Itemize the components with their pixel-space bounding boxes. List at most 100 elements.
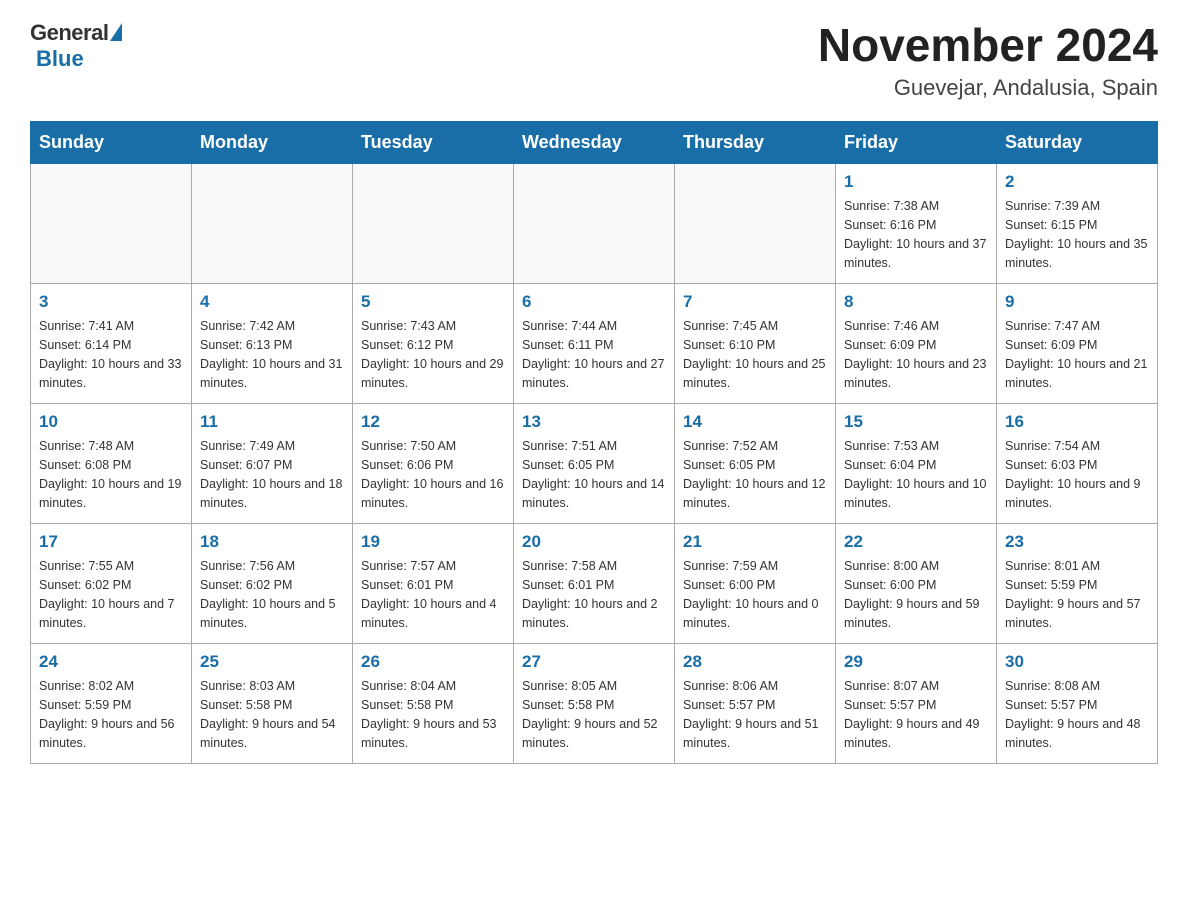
day-sun-info: Sunrise: 7:49 AMSunset: 6:07 PMDaylight:… — [200, 437, 344, 512]
day-number: 28 — [683, 650, 827, 674]
day-number: 19 — [361, 530, 505, 554]
calendar-cell: 25 Sunrise: 8:03 AMSunset: 5:58 PMDayligh… — [192, 643, 353, 763]
day-number: 13 — [522, 410, 666, 434]
day-number: 12 — [361, 410, 505, 434]
day-sun-info: Sunrise: 7:39 AMSunset: 6:15 PMDaylight:… — [1005, 197, 1149, 272]
weekday-header-sunday: Sunday — [31, 121, 192, 163]
calendar-cell: 3 Sunrise: 7:41 AMSunset: 6:14 PMDaylight… — [31, 283, 192, 403]
day-sun-info: Sunrise: 8:01 AMSunset: 5:59 PMDaylight:… — [1005, 557, 1149, 632]
day-number: 29 — [844, 650, 988, 674]
calendar-cell — [514, 163, 675, 283]
day-sun-info: Sunrise: 7:47 AMSunset: 6:09 PMDaylight:… — [1005, 317, 1149, 392]
logo-row: General — [30, 20, 122, 46]
calendar-cell: 20 Sunrise: 7:58 AMSunset: 6:01 PMDayligh… — [514, 523, 675, 643]
day-sun-info: Sunrise: 8:00 AMSunset: 6:00 PMDaylight:… — [844, 557, 988, 632]
calendar-cell: 17 Sunrise: 7:55 AMSunset: 6:02 PMDayligh… — [31, 523, 192, 643]
calendar-cell: 26Sunrise: 8:04 AMSunset: 5:58 PMDayligh… — [353, 643, 514, 763]
day-sun-info: Sunrise: 8:03 AMSunset: 5:58 PMDaylight:… — [200, 677, 344, 752]
day-number: 4 — [200, 290, 344, 314]
weekday-header-tuesday: Tuesday — [353, 121, 514, 163]
day-number: 7 — [683, 290, 827, 314]
day-number: 5 — [361, 290, 505, 314]
week-row-1: 1 Sunrise: 7:38 AMSunset: 6:16 PMDaylight… — [31, 163, 1158, 283]
calendar-cell: 11Sunrise: 7:49 AMSunset: 6:07 PMDayligh… — [192, 403, 353, 523]
day-number: 1 — [844, 170, 988, 194]
calendar-subtitle: Guevejar, Andalusia, Spain — [818, 75, 1158, 101]
calendar-cell: 4Sunrise: 7:42 AMSunset: 6:13 PMDaylight… — [192, 283, 353, 403]
day-sun-info: Sunrise: 7:54 AMSunset: 6:03 PMDaylight:… — [1005, 437, 1149, 512]
calendar-cell — [31, 163, 192, 283]
calendar-cell: 27Sunrise: 8:05 AMSunset: 5:58 PMDayligh… — [514, 643, 675, 763]
day-number: 15 — [844, 410, 988, 434]
day-number: 21 — [683, 530, 827, 554]
day-number: 3 — [39, 290, 183, 314]
week-row-4: 17 Sunrise: 7:55 AMSunset: 6:02 PMDayligh… — [31, 523, 1158, 643]
day-number: 16 — [1005, 410, 1149, 434]
day-sun-info: Sunrise: 7:58 AMSunset: 6:01 PMDaylight:… — [522, 557, 666, 632]
calendar-cell: 15 Sunrise: 7:53 AMSunset: 6:04 PMDayligh… — [836, 403, 997, 523]
day-sun-info: Sunrise: 7:43 AMSunset: 6:12 PMDaylight:… — [361, 317, 505, 392]
weekday-header-monday: Monday — [192, 121, 353, 163]
day-number: 20 — [522, 530, 666, 554]
day-number: 23 — [1005, 530, 1149, 554]
day-number: 17 — [39, 530, 183, 554]
logo-general-text: General — [30, 20, 108, 46]
calendar-cell: 13 Sunrise: 7:51 AMSunset: 6:05 PMDayligh… — [514, 403, 675, 523]
day-number: 8 — [844, 290, 988, 314]
day-sun-info: Sunrise: 7:57 AMSunset: 6:01 PMDaylight:… — [361, 557, 505, 632]
day-number: 22 — [844, 530, 988, 554]
calendar-cell: 7 Sunrise: 7:45 AMSunset: 6:10 PMDaylight… — [675, 283, 836, 403]
calendar-cell: 1 Sunrise: 7:38 AMSunset: 6:16 PMDaylight… — [836, 163, 997, 283]
calendar-cell: 29 Sunrise: 8:07 AMSunset: 5:57 PMDayligh… — [836, 643, 997, 763]
week-row-2: 3 Sunrise: 7:41 AMSunset: 6:14 PMDaylight… — [31, 283, 1158, 403]
calendar-cell: 10Sunrise: 7:48 AMSunset: 6:08 PMDayligh… — [31, 403, 192, 523]
week-row-5: 24Sunrise: 8:02 AMSunset: 5:59 PMDayligh… — [31, 643, 1158, 763]
calendar-title: November 2024 — [818, 20, 1158, 71]
week-row-3: 10Sunrise: 7:48 AMSunset: 6:08 PMDayligh… — [31, 403, 1158, 523]
calendar-cell — [353, 163, 514, 283]
day-sun-info: Sunrise: 7:52 AMSunset: 6:05 PMDaylight:… — [683, 437, 827, 512]
day-sun-info: Sunrise: 7:41 AMSunset: 6:14 PMDaylight:… — [39, 317, 183, 392]
day-sun-info: Sunrise: 7:45 AMSunset: 6:10 PMDaylight:… — [683, 317, 827, 392]
calendar-cell: 12Sunrise: 7:50 AMSunset: 6:06 PMDayligh… — [353, 403, 514, 523]
day-sun-info: Sunrise: 7:44 AMSunset: 6:11 PMDaylight:… — [522, 317, 666, 392]
calendar-cell — [192, 163, 353, 283]
calendar-cell: 8 Sunrise: 7:46 AMSunset: 6:09 PMDaylight… — [836, 283, 997, 403]
day-number: 2 — [1005, 170, 1149, 194]
day-number: 6 — [522, 290, 666, 314]
weekday-header-row: SundayMondayTuesdayWednesdayThursdayFrid… — [31, 121, 1158, 163]
day-sun-info: Sunrise: 7:38 AMSunset: 6:16 PMDaylight:… — [844, 197, 988, 272]
day-number: 25 — [200, 650, 344, 674]
calendar-cell: 16 Sunrise: 7:54 AMSunset: 6:03 PMDayligh… — [997, 403, 1158, 523]
day-sun-info: Sunrise: 7:56 AMSunset: 6:02 PMDaylight:… — [200, 557, 344, 632]
day-sun-info: Sunrise: 7:51 AMSunset: 6:05 PMDaylight:… — [522, 437, 666, 512]
title-section: November 2024 Guevejar, Andalusia, Spain — [818, 20, 1158, 101]
day-sun-info: Sunrise: 8:04 AMSunset: 5:58 PMDaylight:… — [361, 677, 505, 752]
logo-blue-text: Blue — [36, 46, 84, 71]
day-number: 18 — [200, 530, 344, 554]
day-sun-info: Sunrise: 8:05 AMSunset: 5:58 PMDaylight:… — [522, 677, 666, 752]
weekday-header-wednesday: Wednesday — [514, 121, 675, 163]
day-number: 9 — [1005, 290, 1149, 314]
calendar-cell: 5 Sunrise: 7:43 AMSunset: 6:12 PMDaylight… — [353, 283, 514, 403]
calendar-cell: 19 Sunrise: 7:57 AMSunset: 6:01 PMDayligh… — [353, 523, 514, 643]
page-header: General Blue November 2024 Guevejar, And… — [30, 20, 1158, 101]
day-sun-info: Sunrise: 8:07 AMSunset: 5:57 PMDaylight:… — [844, 677, 988, 752]
calendar-cell: 6 Sunrise: 7:44 AMSunset: 6:11 PMDaylight… — [514, 283, 675, 403]
day-sun-info: Sunrise: 7:46 AMSunset: 6:09 PMDaylight:… — [844, 317, 988, 392]
day-sun-info: Sunrise: 7:55 AMSunset: 6:02 PMDaylight:… — [39, 557, 183, 632]
calendar-cell: 14 Sunrise: 7:52 AMSunset: 6:05 PMDayligh… — [675, 403, 836, 523]
day-number: 14 — [683, 410, 827, 434]
calendar-cell: 30Sunrise: 8:08 AMSunset: 5:57 PMDayligh… — [997, 643, 1158, 763]
calendar-cell: 21Sunrise: 7:59 AMSunset: 6:00 PMDayligh… — [675, 523, 836, 643]
calendar-cell: 2 Sunrise: 7:39 AMSunset: 6:15 PMDaylight… — [997, 163, 1158, 283]
day-number: 24 — [39, 650, 183, 674]
day-sun-info: Sunrise: 7:48 AMSunset: 6:08 PMDaylight:… — [39, 437, 183, 512]
calendar-table: SundayMondayTuesdayWednesdayThursdayFrid… — [30, 121, 1158, 764]
day-sun-info: Sunrise: 8:08 AMSunset: 5:57 PMDaylight:… — [1005, 677, 1149, 752]
day-sun-info: Sunrise: 7:53 AMSunset: 6:04 PMDaylight:… — [844, 437, 988, 512]
logo: General Blue — [30, 20, 122, 72]
logo-triangle-icon — [110, 23, 122, 41]
weekday-header-friday: Friday — [836, 121, 997, 163]
day-sun-info: Sunrise: 8:06 AMSunset: 5:57 PMDaylight:… — [683, 677, 827, 752]
